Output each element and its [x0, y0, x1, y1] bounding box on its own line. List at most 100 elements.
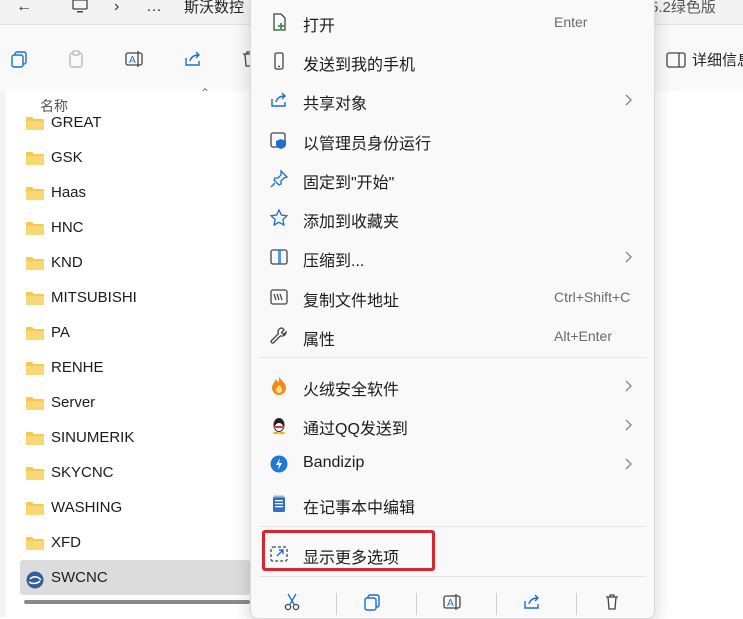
- folder-item[interactable]: KND: [20, 245, 250, 280]
- context-menu: A 打开 Enter 发送到我的手机共享对象以管理员身份运行固定到"开始" 添加到收藏…: [250, 0, 655, 619]
- menu-item-qq[interactable]: 通过QQ发送到: [259, 406, 646, 444]
- paste-icon[interactable]: [63, 48, 89, 70]
- breadcrumb-more-icon[interactable]: …: [146, 0, 162, 16]
- folder-icon: [25, 255, 45, 271]
- file-name-label: Server: [51, 394, 96, 411]
- file-name-label: WASHING: [51, 499, 123, 516]
- menu-item-more-options[interactable]: 显示更多选项: [259, 535, 646, 573]
- menu-item-label: 添加到收藏夹: [303, 214, 400, 231]
- menu-divider: [259, 526, 646, 527]
- path-segment-right[interactable]: 5.2绿色版: [650, 0, 716, 17]
- details-label: 详细信息: [692, 52, 743, 69]
- menu-item-copy-path[interactable]: 复制文件地址 Ctrl+Shift+C: [259, 278, 646, 316]
- folder-item[interactable]: SINUMERIK: [20, 420, 250, 455]
- menu-item-label: 显示更多选项: [303, 550, 400, 567]
- file-name-label: SINUMERIK: [51, 429, 135, 446]
- folder-item[interactable]: RENHE: [20, 350, 250, 385]
- chevron-right-icon: [621, 248, 635, 266]
- folder-icon: [25, 220, 45, 236]
- menu-item-open[interactable]: 打开 Enter: [259, 3, 646, 41]
- action-bar-separator: [336, 593, 337, 615]
- swcnc-app-icon: [25, 570, 45, 588]
- star-icon: [269, 208, 289, 228]
- menu-item-shortcut: Alt+Enter: [554, 328, 612, 344]
- folder-icon: [25, 395, 45, 411]
- folder-item[interactable]: WASHING: [20, 490, 250, 525]
- file-name-label: XFD: [51, 534, 81, 551]
- svg-text:A: A: [129, 55, 136, 66]
- action-bar-separator: [416, 593, 417, 615]
- menu-item-admin-shield[interactable]: 以管理员身份运行: [259, 121, 646, 159]
- folder-icon: [25, 535, 45, 551]
- copy-icon[interactable]: [360, 591, 384, 613]
- wrench-icon: [269, 326, 289, 346]
- rename-icon[interactable]: A: [440, 591, 464, 613]
- folder-icon: [25, 115, 45, 131]
- qq-icon: [269, 415, 289, 435]
- breadcrumb-chevron-icon: ›: [114, 0, 120, 15]
- menu-item-wrench[interactable]: 属性 Alt+Enter: [259, 317, 646, 355]
- menu-item-zip[interactable]: 压缩到...: [259, 238, 646, 276]
- copy-icon[interactable]: [6, 48, 32, 70]
- horizontal-scrollbar[interactable]: [24, 600, 250, 604]
- menu-item-bandizip[interactable]: Bandizip: [259, 445, 646, 483]
- file-name-label: Haas: [51, 184, 87, 201]
- folder-item[interactable]: HNC: [20, 210, 250, 245]
- delete-icon[interactable]: [600, 591, 624, 613]
- folder-item[interactable]: GSK: [20, 140, 250, 175]
- this-pc-icon[interactable]: [72, 0, 88, 19]
- app-file-item[interactable]: SWCNC: [20, 560, 250, 595]
- folder-item[interactable]: MITSUBISHI: [20, 280, 250, 315]
- copy-path-icon: [269, 287, 289, 307]
- pin-icon: [269, 169, 289, 189]
- rename-icon[interactable]: A: [121, 48, 147, 70]
- menu-item-phone[interactable]: 发送到我的手机: [259, 42, 646, 80]
- menu-item-label: 通过QQ发送到: [303, 421, 408, 438]
- menu-item-star[interactable]: 添加到收藏夹: [259, 199, 646, 237]
- menu-item-label: 火绒安全软件: [303, 382, 400, 399]
- folder-item[interactable]: GREAT: [20, 105, 250, 140]
- folder-item[interactable]: XFD: [20, 525, 250, 560]
- menu-item-label: 属性: [303, 332, 336, 349]
- menu-item-notepad[interactable]: 在记事本中编辑: [259, 485, 646, 523]
- cut-icon[interactable]: [280, 591, 304, 613]
- menu-item-shortcut: Enter: [554, 14, 588, 30]
- menu-item-huorong[interactable]: 火绒安全软件: [259, 367, 646, 405]
- chevron-right-icon: [621, 91, 635, 109]
- menu-item-label: 以管理员身份运行: [303, 136, 432, 153]
- folder-icon: [25, 500, 45, 516]
- folder-icon: [25, 465, 45, 481]
- folder-item[interactable]: Server: [20, 385, 250, 420]
- file-name-label: PA: [51, 324, 70, 341]
- file-name-label: HNC: [51, 219, 84, 236]
- nav-scroll-track[interactable]: [0, 91, 6, 617]
- file-name-label: SKYCNC: [51, 464, 114, 481]
- share-icon: [269, 90, 289, 110]
- menu-item-pin[interactable]: 固定到"开始": [259, 160, 646, 198]
- file-name-label: MITSUBISHI: [51, 289, 137, 306]
- folder-item[interactable]: SKYCNC: [20, 455, 250, 490]
- menu-item-label: 共享对象: [303, 96, 368, 113]
- file-name-label: GREAT: [51, 114, 102, 131]
- menu-item-label: Bandizip: [303, 454, 365, 471]
- menu-item-share[interactable]: 共享对象: [259, 81, 646, 119]
- path-segment[interactable]: 斯沃数控: [184, 0, 244, 17]
- share-icon[interactable]: [520, 591, 544, 613]
- zip-icon: [269, 247, 289, 267]
- folder-item[interactable]: PA: [20, 315, 250, 350]
- chevron-right-icon: [621, 416, 635, 434]
- bandizip-icon: [269, 454, 289, 474]
- file-name-label: SWCNC: [51, 569, 108, 586]
- menu-divider: [259, 576, 646, 577]
- sort-ascending-icon[interactable]: ⌃: [200, 86, 210, 100]
- details-pane-button[interactable]: 详细信息: [666, 49, 743, 70]
- folder-item[interactable]: Haas: [20, 175, 250, 210]
- menu-item-label: 在记事本中编辑: [303, 500, 416, 517]
- context-menu-action-bar: A: [251, 583, 654, 618]
- file-name-label: RENHE: [51, 359, 104, 376]
- chevron-right-icon: [621, 455, 635, 473]
- share-icon[interactable]: [180, 48, 206, 70]
- back-arrow-icon[interactable]: ←: [16, 0, 32, 16]
- folder-icon: [25, 185, 45, 201]
- file-name-label: GSK: [51, 149, 83, 166]
